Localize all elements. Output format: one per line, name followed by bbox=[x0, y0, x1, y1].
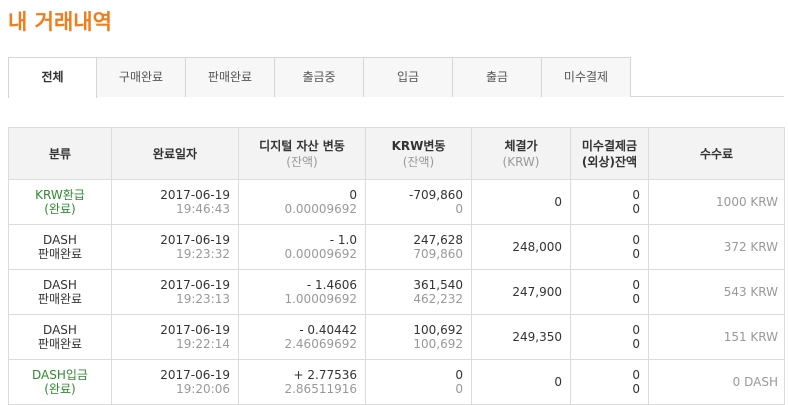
cell-krw: 247,628 709,860 bbox=[365, 224, 472, 270]
tab-1[interactable]: 구매완료 bbox=[97, 57, 186, 97]
cell-krw: -709,860 0 bbox=[365, 179, 472, 225]
cell-date: 2017-06-19 19:23:32 bbox=[111, 224, 239, 270]
cell-date: 2017-06-19 19:22:14 bbox=[111, 314, 239, 360]
cell-asset: - 0.40442 2.46069692 bbox=[238, 314, 366, 360]
cell-category: DASH입금 (완료) bbox=[8, 359, 112, 405]
tab-0[interactable]: 전체 bbox=[8, 57, 97, 98]
tab-2[interactable]: 판매완료 bbox=[186, 57, 275, 97]
table-row: DASH 판매완료 2017-06-19 19:22:14- 0.40442 2.460… bbox=[8, 314, 785, 360]
cell-category: DASH 판매완료 bbox=[8, 224, 112, 270]
cell-fee: 151 KRW bbox=[648, 314, 785, 360]
table-row: KRW환급 (완료) 2017-06-19 19:46:43 0 0.00009692 -7… bbox=[8, 179, 785, 225]
tab-3[interactable]: 출금중 bbox=[275, 57, 364, 97]
cell-asset: 0 0.00009692 bbox=[238, 179, 366, 225]
cell-date: 2017-06-19 19:46:43 bbox=[111, 179, 239, 225]
header-price: 체결가 (KRW) bbox=[471, 127, 571, 180]
cell-fee: 372 KRW bbox=[648, 224, 785, 270]
tab-bar: 전체 구매완료 판매완료 출금중 입금 출금 미수결제 bbox=[8, 57, 784, 98]
cell-krw: 00 bbox=[365, 359, 472, 405]
cell-price: 249,350 bbox=[471, 314, 571, 360]
cell-unpaid: 00 bbox=[570, 314, 649, 360]
header-unpaid: 미수결제금 (외상)잔액 bbox=[570, 127, 649, 180]
header-krw: KRW변동 (잔액) bbox=[365, 127, 472, 180]
table-header: 분류 완료일자 디지털 자산 변동 (잔액) KRW변동 (잔액) 체결가 (KRW)… bbox=[8, 127, 785, 180]
header-asset: 디지털 자산 변동 (잔액) bbox=[238, 127, 366, 180]
tab-4[interactable]: 입금 bbox=[364, 57, 453, 97]
cell-fee: 543 KRW bbox=[648, 269, 785, 315]
cell-unpaid: 00 bbox=[570, 359, 649, 405]
table-body: KRW환급 (완료) 2017-06-19 19:46:43 0 0.00009692 -7… bbox=[8, 179, 785, 405]
tab-list: 전체 구매완료 판매완료 출금중 입금 출금 미수결제 bbox=[8, 57, 784, 98]
cell-category: DASH 판매완료 bbox=[8, 314, 112, 360]
cell-price: 248,000 bbox=[471, 224, 571, 270]
cell-price: 247,900 bbox=[471, 269, 571, 315]
table-row: DASH 판매완료 2017-06-19 19:23:32- 1.0 0.0000969… bbox=[8, 224, 785, 270]
header-category: 분류 bbox=[8, 127, 112, 180]
page-title: 내 거래내역 bbox=[8, 10, 112, 34]
cell-krw: 100,692 100,692 bbox=[365, 314, 472, 360]
cell-price: 0 bbox=[471, 179, 571, 225]
cell-category: DASH 판매완료 bbox=[8, 269, 112, 315]
header-fee: 수수료 bbox=[648, 127, 785, 180]
tab-5[interactable]: 출금 bbox=[453, 57, 542, 97]
cell-unpaid: 00 bbox=[570, 269, 649, 315]
cell-unpaid: 00 bbox=[570, 179, 649, 225]
cell-fee: 0 DASH bbox=[648, 359, 785, 405]
cell-fee: 1000 KRW bbox=[648, 179, 785, 225]
cell-date: 2017-06-19 19:20:06 bbox=[111, 359, 239, 405]
cell-price: 0 bbox=[471, 359, 571, 405]
table-row: DASH입금 (완료) 2017-06-19 19:20:06 + 2.77536 2.8… bbox=[8, 359, 785, 405]
cell-category: KRW환급 (완료) bbox=[8, 179, 112, 225]
table-row: DASH 판매완료 2017-06-19 19:23:13- 1.4606 1.0000… bbox=[8, 269, 785, 315]
header-date: 완료일자 bbox=[111, 127, 239, 180]
cell-krw: 361,540 462,232 bbox=[365, 269, 472, 315]
cell-unpaid: 00 bbox=[570, 224, 649, 270]
cell-date: 2017-06-19 19:23:13 bbox=[111, 269, 239, 315]
transaction-table: 분류 완료일자 디지털 자산 변동 (잔액) KRW변동 (잔액) 체결가 (KRW)… bbox=[8, 127, 785, 405]
cell-asset: + 2.77536 2.86511916 bbox=[238, 359, 366, 405]
tab-6[interactable]: 미수결제 bbox=[542, 57, 631, 97]
cell-asset: - 1.4606 1.00009692 bbox=[238, 269, 366, 315]
cell-asset: - 1.0 0.00009692 bbox=[238, 224, 366, 270]
